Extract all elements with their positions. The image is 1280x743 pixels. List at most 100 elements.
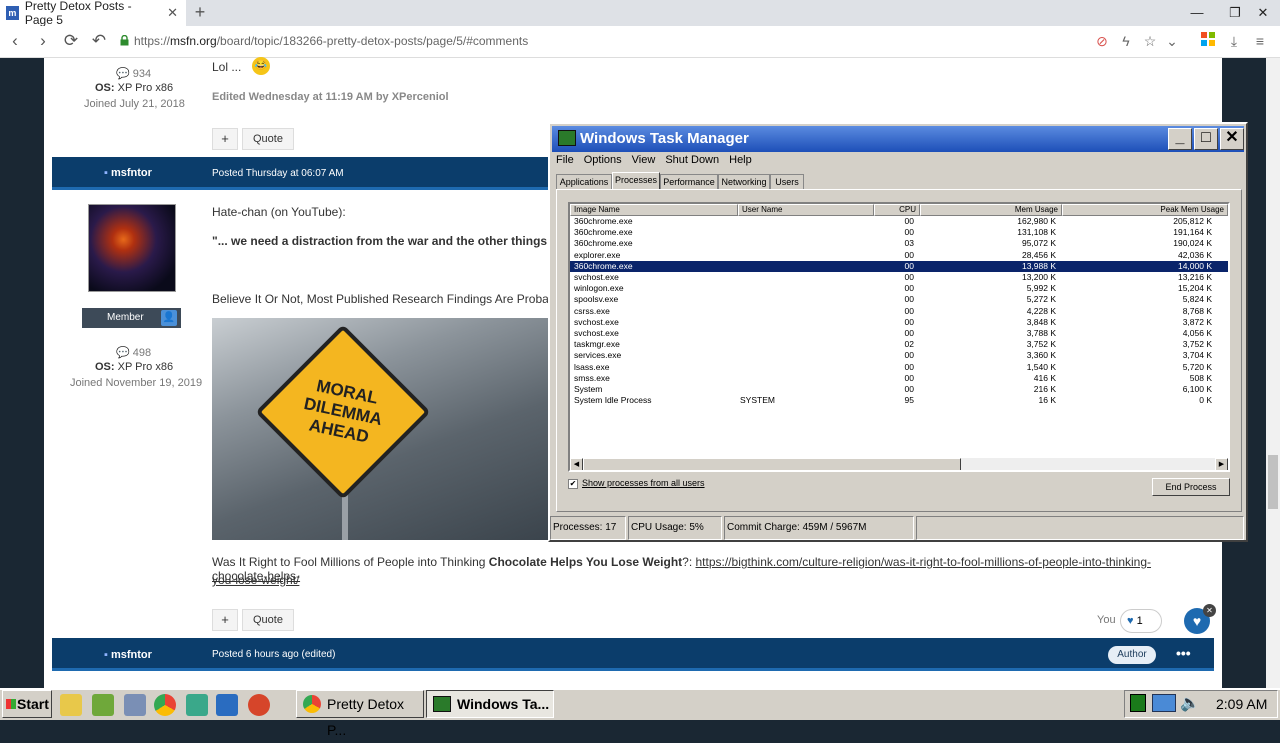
process-row[interactable]: svchost.exe 00 3,788 K 4,056 K [570,328,1228,339]
process-row[interactable]: svchost.exe 00 3,848 K 3,872 K [570,316,1228,328]
back-icon[interactable]: ‹ [4,30,26,52]
process-row[interactable]: lsass.exe 00 1,540 K 5,720 K [570,361,1228,373]
extension-icon[interactable]: ⊘ [1092,31,1112,51]
article-link[interactable]: you-lose-weight/ [212,573,299,587]
reaction-count[interactable]: ♥ 1 [1120,609,1162,633]
end-process-button[interactable]: End Process [1152,478,1230,496]
process-list[interactable]: Image Name User Name CPU Mem Usage Peak … [568,202,1230,472]
url-field[interactable]: https://msfn.org/board/topic/183266-pret… [134,34,528,48]
process-row[interactable]: smss.exe 00 416 K 508 K [570,373,1228,384]
process-row[interactable]: spoolsv.exe 00 5,272 K 5,824 K [570,294,1228,305]
star-icon[interactable]: ☆ [1140,31,1160,51]
col-peak-mem-usage[interactable]: Peak Mem Usage [1062,204,1228,216]
quote-button[interactable]: Quote [242,128,294,150]
post-date[interactable]: Posted 6 hours ago (edited) [212,649,335,660]
task-manager-window: Windows Task Manager _ □ ✕ File Options … [548,122,1248,542]
process-row[interactable]: 360chrome.exe 00 13,988 K 14,000 K [570,260,1228,272]
page-scrollbar[interactable] [1266,58,1280,688]
process-row[interactable]: System Idle Process SYSTEM 95 16 K 0 K [570,395,1228,406]
maximize-button[interactable]: □ [1194,128,1218,150]
process-row[interactable]: 360chrome.exe 00 162,980 K 205,812 K [570,216,1228,227]
horizontal-scrollbar[interactable]: ◀ ▶ [570,458,1228,470]
undo-icon[interactable]: ↶ [88,30,110,52]
tab-performance[interactable]: Performance [660,174,718,190]
avatar[interactable] [88,204,176,292]
process-mem: 16 K [1038,395,1057,406]
close-tab-icon[interactable]: ✕ [167,5,178,21]
reload-icon[interactable]: ⟳ [60,30,82,52]
process-cpu: 00 [904,361,914,372]
menu-view[interactable]: View [632,154,656,166]
more-options-icon[interactable]: ••• [1176,645,1191,661]
minimize-icon[interactable]: — [1180,0,1214,26]
process-row[interactable]: svchost.exe 00 13,200 K 13,216 K [570,272,1228,283]
process-row[interactable]: explorer.exe 00 28,456 K 42,036 K [570,249,1228,261]
messenger-icon[interactable] [216,694,238,716]
site-favicon-icon: m [6,6,19,20]
process-row[interactable]: winlogon.exe 00 5,992 K 15,204 K [570,283,1228,294]
browser-tab[interactable]: m Pretty Detox Posts - Page 5 ✕ [0,0,186,27]
menu-icon[interactable]: ≡ [1250,31,1270,51]
multiquote-button[interactable]: + [212,609,238,631]
tab-applications[interactable]: Applications [556,174,612,190]
process-name: taskmgr.exe [574,339,620,350]
quote-button[interactable]: Quote [242,609,294,631]
windows-flag-icon [6,699,16,709]
download-icon[interactable]: ⤓ [1224,31,1244,51]
tab-users[interactable]: Users [770,174,804,190]
process-row[interactable]: 360chrome.exe 00 131,108 K 191,164 K [570,227,1228,238]
app-icon[interactable] [186,694,208,716]
taskbar-item-browser[interactable]: Pretty Detox P... [296,690,424,738]
minimize-button[interactable]: _ [1168,128,1192,150]
folder-icon[interactable] [60,694,82,716]
close-button[interactable]: ✕ [1220,128,1244,150]
process-row[interactable]: System 00 216 K 6,100 K [570,384,1228,395]
apps-icon[interactable] [1198,31,1218,51]
process-cpu: 00 [904,260,914,271]
notepad-icon[interactable] [92,694,114,716]
process-peak-mem: 42,036 K [1177,249,1212,260]
multiquote-button[interactable]: + [212,128,238,150]
col-user-name[interactable]: User Name [738,204,874,216]
process-row[interactable]: taskmgr.exe 02 3,752 K 3,752 K [570,339,1228,350]
show-all-processes-checkbox[interactable]: ✔ Show processes from all users [568,478,705,489]
status-commit: Commit Charge: 459M / 5967M [724,516,914,540]
user-os: OS: XP Pro x86 [95,361,174,373]
taskbar-item-taskmgr[interactable]: Windows Ta... [426,690,554,718]
new-tab-icon[interactable]: + [190,2,210,22]
process-row[interactable]: 360chrome.exe 03 95,072 K 190,024 K [570,238,1228,249]
menu-help[interactable]: Help [729,154,752,166]
remove-reaction-icon[interactable]: ✕ [1203,604,1216,617]
process-mem: 5,272 K [1026,294,1056,305]
volume-icon[interactable]: 🔈 [1180,693,1200,713]
browser-icon[interactable] [154,694,176,716]
tab-processes[interactable]: Processes [612,172,660,190]
col-image-name[interactable]: Image Name [570,204,738,216]
process-row[interactable]: csrss.exe 00 4,228 K 8,768 K [570,306,1228,317]
start-button[interactable]: Start [2,690,52,718]
scrollbar-thumb[interactable] [1268,455,1278,509]
network-icon[interactable] [1152,694,1176,712]
process-mem: 216 K [1033,384,1056,394]
col-mem-usage[interactable]: Mem Usage [920,204,1062,216]
process-cpu: 00 [904,328,914,338]
calculator-icon[interactable] [124,694,146,716]
media-icon[interactable] [248,694,270,716]
lightning-icon[interactable]: ϟ [1116,31,1136,51]
post-author[interactable]: ▪ msfntor [104,167,152,179]
browser-icon [303,695,321,713]
cpu-meter-icon[interactable] [1130,694,1146,712]
menu-shutdown[interactable]: Shut Down [665,154,719,166]
process-peak-mem: 3,872 K [1182,316,1212,327]
post-author[interactable]: ▪ msfntor [104,649,152,661]
menu-file[interactable]: File [556,154,574,166]
menu-options[interactable]: Options [584,154,622,166]
tab-networking[interactable]: Networking [718,174,770,190]
post-date[interactable]: Posted Thursday at 06:07 AM [212,168,344,179]
close-window-icon[interactable]: ✕ [1246,0,1280,26]
chevron-down-icon[interactable]: ⌄ [1162,31,1182,51]
task-manager-titlebar[interactable]: Windows Task Manager [552,126,1244,152]
col-cpu[interactable]: CPU [874,204,920,216]
process-row[interactable]: services.exe 00 3,360 K 3,704 K [570,350,1228,361]
forward-icon[interactable]: › [32,30,54,52]
